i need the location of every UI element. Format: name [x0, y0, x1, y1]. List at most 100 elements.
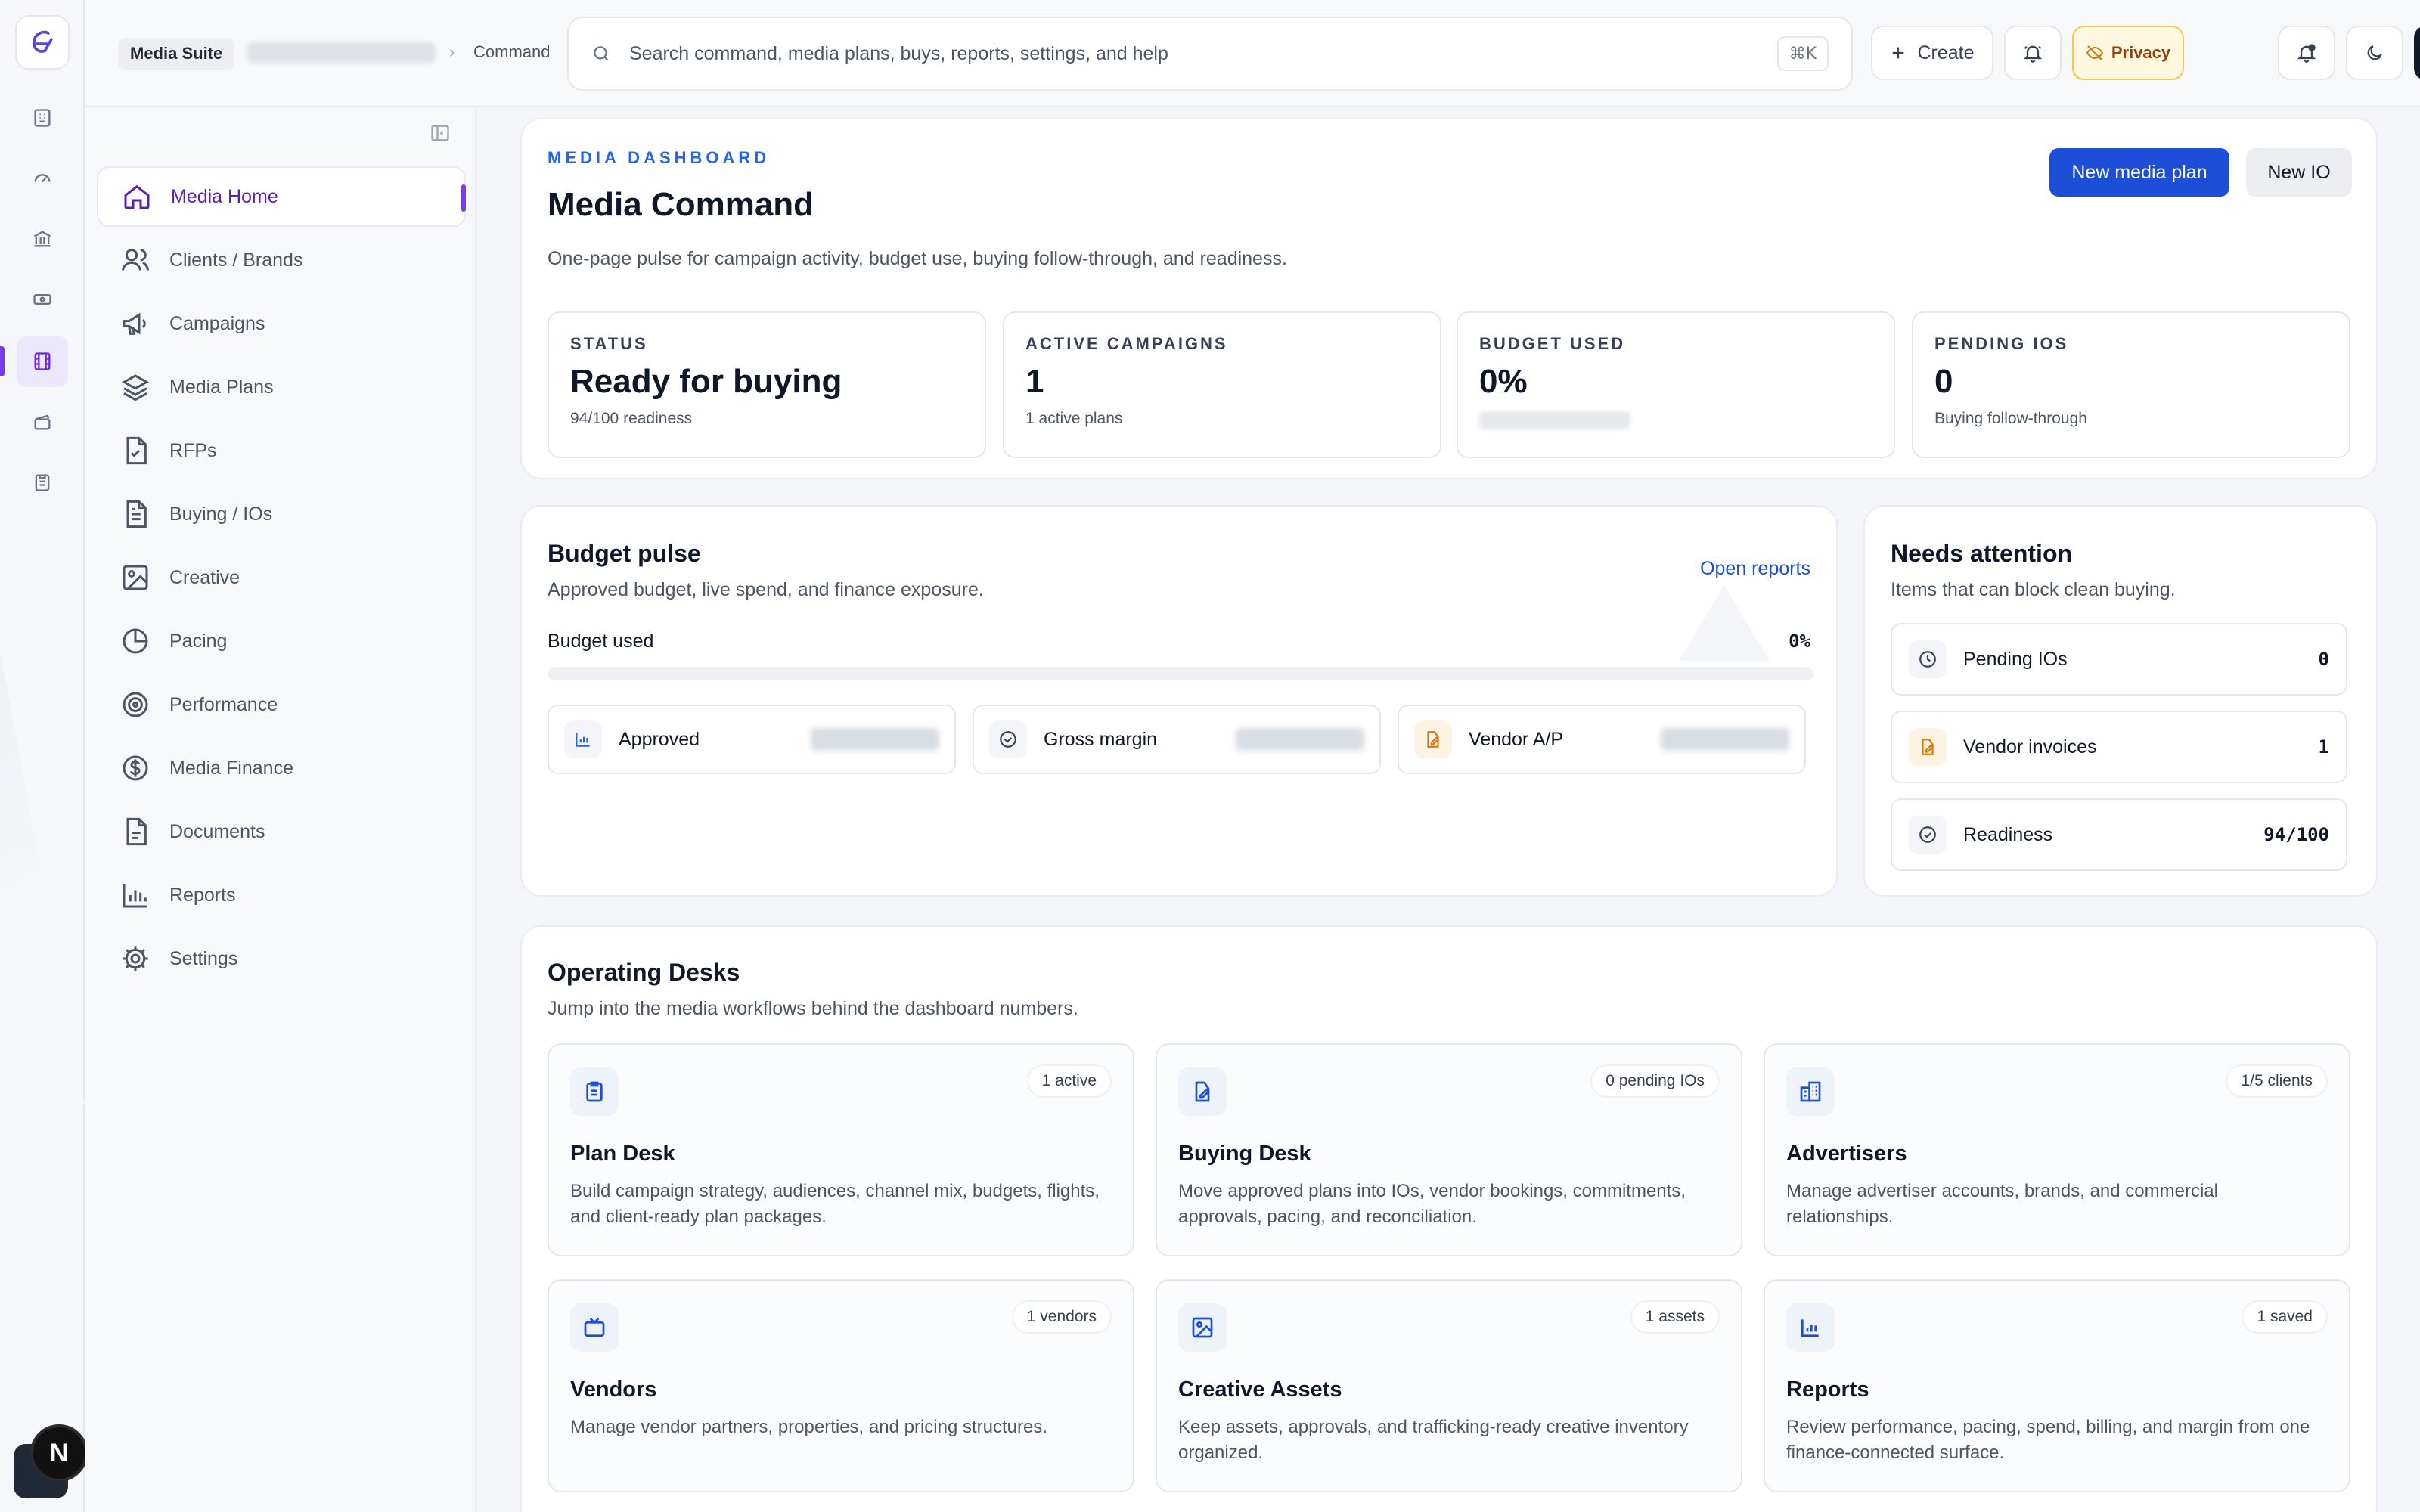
- sidebar-item-buying-ios[interactable]: Buying / IOs: [97, 484, 466, 544]
- dev-avatar[interactable]: N: [30, 1424, 88, 1482]
- budget-pulse-panel: Budget pulse Approved budget, live spend…: [520, 505, 1838, 897]
- open-reports-link[interactable]: Open reports: [1700, 558, 1810, 580]
- sidebar-collapse-icon[interactable]: [430, 122, 451, 144]
- budget-used-label: Budget used: [548, 631, 654, 652]
- sidebar-item-campaigns[interactable]: Campaigns: [97, 293, 466, 354]
- sidebar: Media Home Clients / Brands Campaigns Me…: [85, 107, 476, 1512]
- gear-icon: [118, 941, 153, 976]
- desk-reports[interactable]: 1 saved Reports Review performance, paci…: [1764, 1279, 2350, 1492]
- edit-file-icon: [1909, 728, 1947, 766]
- stat-pending-ios: PENDING IOS 0 Buying follow-through: [1912, 311, 2350, 458]
- search-placeholder: Search command, media plans, buys, repor…: [629, 42, 1168, 64]
- redacted-value: [1479, 411, 1630, 429]
- desk-buying[interactable]: 0 pending IOs Buying Desk Move approved …: [1156, 1043, 1742, 1256]
- attention-readiness[interactable]: Readiness 94/100: [1891, 798, 2347, 871]
- rail-clapperboard-icon[interactable]: [17, 396, 68, 448]
- sidebar-item-rfps[interactable]: RFPs: [97, 420, 466, 481]
- stat-budget-used: BUDGET USED 0%: [1457, 311, 1895, 458]
- check-circle-icon: [989, 720, 1027, 758]
- breadcrumb-current: Command: [473, 42, 551, 61]
- bar-chart-icon: [1786, 1303, 1835, 1352]
- create-button[interactable]: Create: [1871, 26, 1993, 80]
- bell-ring-icon: [2023, 45, 2043, 63]
- sidebar-item-creative[interactable]: Creative: [97, 547, 466, 608]
- edit-file-icon: [1414, 720, 1452, 758]
- page-eyebrow: MEDIA DASHBOARD: [548, 148, 771, 167]
- clock-icon: [1909, 640, 1947, 678]
- sidebar-item-clients-brands[interactable]: Clients / Brands: [97, 230, 466, 290]
- theme-toggle[interactable]: [2346, 26, 2403, 80]
- operating-desks-panel: Operating Desks Jump into the media work…: [520, 925, 2378, 1512]
- file-check-icon: [118, 433, 153, 468]
- sidebar-item-reports[interactable]: Reports: [97, 865, 466, 925]
- bar-chart-icon: [564, 720, 602, 758]
- app-name-chip[interactable]: Media Suite: [118, 38, 235, 70]
- privacy-toggle[interactable]: Privacy: [2072, 26, 2184, 80]
- sidebar-item-media-plans[interactable]: Media Plans: [97, 357, 466, 417]
- moon-icon: [2367, 45, 2382, 60]
- stat-status: STATUS Ready for buying 94/100 readiness: [548, 311, 986, 458]
- desk-plan[interactable]: 1 active Plan Desk Build campaign strate…: [548, 1043, 1134, 1256]
- redacted-value: [1661, 728, 1789, 751]
- sidebar-item-settings[interactable]: Settings: [97, 928, 466, 989]
- new-io-button[interactable]: New IO: [2246, 148, 2352, 197]
- megaphone-icon: [118, 306, 153, 341]
- page-subtitle: One-page pulse for campaign activity, bu…: [548, 248, 1287, 269]
- notifications-button[interactable]: [2278, 26, 2335, 80]
- redacted-value: [1236, 728, 1364, 751]
- account-button[interactable]: [2414, 26, 2420, 80]
- stat-active-campaigns: ACTIVE CAMPAIGNS 1 1 active plans: [1003, 311, 1441, 458]
- tv-icon: [570, 1303, 619, 1352]
- target-icon: [118, 687, 153, 722]
- desk-creative-assets[interactable]: 1 assets Creative Assets Keep assets, ap…: [1156, 1279, 1742, 1492]
- new-media-plan-button[interactable]: New media plan: [2049, 148, 2229, 197]
- layers-icon: [118, 370, 153, 404]
- sidebar-item-documents[interactable]: Documents: [97, 801, 466, 862]
- image-icon: [1178, 1303, 1227, 1352]
- rail-film-icon[interactable]: [17, 336, 68, 387]
- eye-off-icon: [2086, 45, 2103, 60]
- redacted-value: [811, 728, 939, 751]
- dollar-icon: [118, 751, 153, 785]
- rail-bank-icon[interactable]: [17, 213, 68, 265]
- attention-pending-ios[interactable]: Pending IOs 0: [1891, 623, 2347, 696]
- rail-building-icon[interactable]: [17, 92, 68, 144]
- desk-advertisers[interactable]: 1/5 clients Advertisers Manage advertise…: [1764, 1043, 2350, 1256]
- search-input[interactable]: Search command, media plans, buys, repor…: [567, 17, 1853, 91]
- desks-subtitle: Jump into the media workflows behind the…: [548, 998, 1078, 1019]
- rail-gauge-icon[interactable]: [17, 153, 68, 204]
- bell-dot-icon: [2297, 44, 2316, 63]
- app-logo[interactable]: [15, 15, 70, 70]
- page-title: Media Command: [548, 186, 814, 223]
- sidebar-item-media-finance[interactable]: Media Finance: [97, 738, 466, 798]
- sidebar-item-performance[interactable]: Performance: [97, 674, 466, 735]
- needs-attention-subtitle: Items that can block clean buying.: [1891, 579, 2176, 600]
- search-icon: [594, 46, 609, 61]
- clipboard-icon: [570, 1067, 619, 1116]
- edit-file-icon: [1178, 1067, 1227, 1116]
- desk-vendors[interactable]: 1 vendors Vendors Manage vendor partners…: [548, 1279, 1134, 1492]
- pie-chart-icon: [118, 624, 153, 658]
- dashboard-header-panel: MEDIA DASHBOARD Media Command One-page p…: [520, 118, 2378, 479]
- gross-margin-tile[interactable]: Gross margin: [973, 705, 1381, 774]
- rail-clipboard-icon[interactable]: [17, 457, 68, 508]
- image-icon: [118, 560, 153, 595]
- users-icon: [118, 243, 153, 277]
- avatar-letter: N: [49, 1438, 69, 1467]
- bar-chart-icon: [118, 878, 153, 912]
- check-circle-icon: [1909, 816, 1947, 854]
- file-text-icon: [118, 497, 153, 531]
- alerts-button[interactable]: [2004, 26, 2062, 80]
- budget-pulse-title: Budget pulse: [548, 540, 701, 567]
- sidebar-item-pacing[interactable]: Pacing: [97, 611, 466, 671]
- approved-tile[interactable]: Approved: [548, 705, 956, 774]
- attention-vendor-invoices[interactable]: Vendor invoices 1: [1891, 711, 2347, 783]
- vendor-ap-tile[interactable]: Vendor A/P: [1398, 705, 1806, 774]
- breadcrumb-redacted: [247, 42, 436, 64]
- top-bar: Media Suite › Command Search command, me…: [85, 0, 2420, 107]
- plus-icon: [1893, 47, 1904, 59]
- budget-pulse-subtitle: Approved budget, live spend, and finance…: [548, 579, 984, 600]
- rail-ticket-icon[interactable]: [17, 274, 68, 325]
- sidebar-item-media-home[interactable]: Media Home: [97, 166, 466, 227]
- desks-title: Operating Desks: [548, 959, 740, 986]
